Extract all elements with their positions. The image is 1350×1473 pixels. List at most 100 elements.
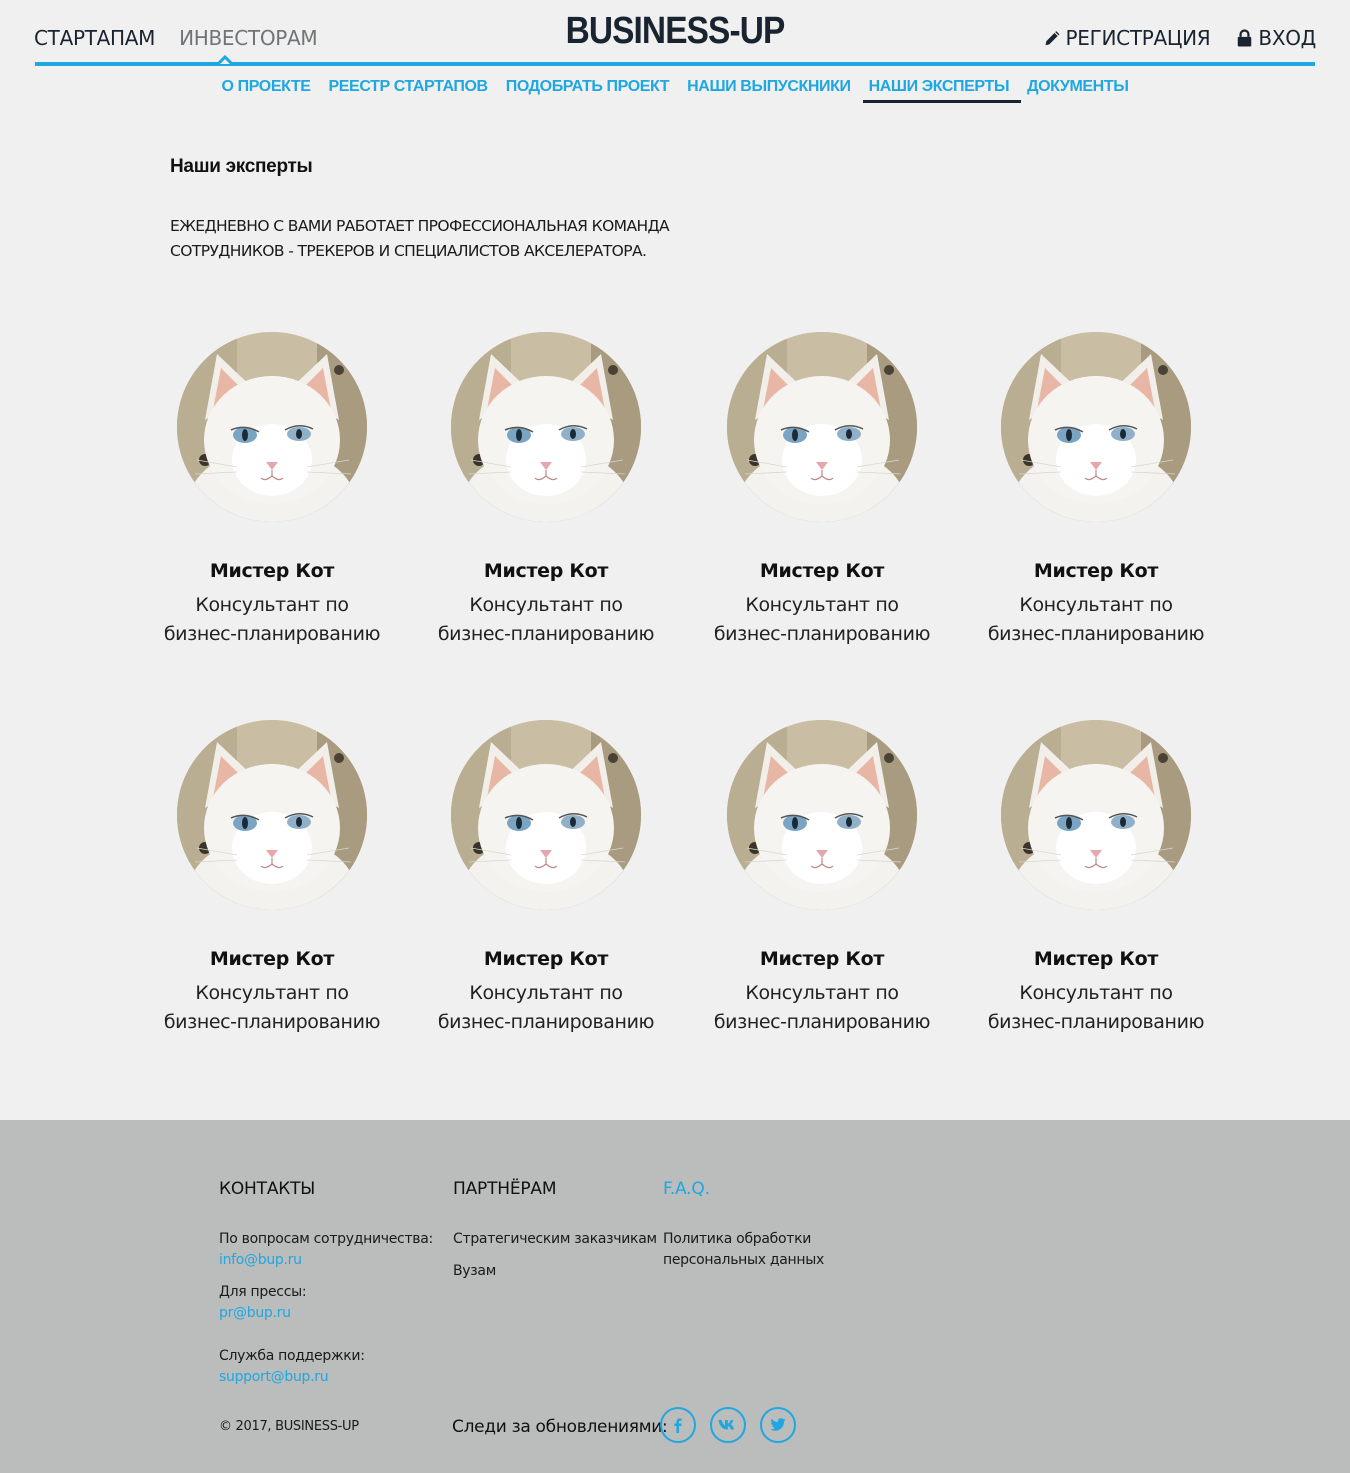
account-nav: РЕГИСТРАЦИЯ ВХОД [1044, 26, 1316, 50]
cat-photo-icon [1001, 332, 1191, 522]
expert-avatar[interactable] [177, 332, 367, 522]
support-email-link[interactable]: support@bup.ru [219, 1367, 433, 1388]
cat-photo-icon [727, 332, 917, 522]
expert-name: Мистер Кот [1033, 948, 1159, 970]
expert-role-line: бизнес-планированию [713, 1011, 931, 1033]
expert-role-line: бизнес-планированию [713, 623, 931, 645]
coop-label: По вопросам сотрудничества: [219, 1231, 433, 1247]
register-link[interactable]: РЕГИСТРАЦИЯ [1044, 26, 1211, 50]
facebook-icon[interactable] [660, 1407, 696, 1443]
expert-avatar[interactable] [451, 720, 641, 910]
nav-experts[interactable]: НАШИ ЭКСПЕРТЫ [860, 77, 1021, 103]
footer-contacts: КОНТАКТЫ По вопросам сотрудничества: inf… [219, 1179, 433, 1388]
expert-avatar[interactable] [177, 720, 367, 910]
expert-name: Мистер Кот [759, 560, 885, 582]
cat-photo-icon [177, 720, 367, 910]
expert-role-line: бизнес-планированию [163, 623, 381, 645]
faq-link[interactable]: F.A.Q. [663, 1179, 824, 1199]
nav-startup-registry[interactable]: РЕЕСТР СТАРТАПОВ [320, 77, 497, 103]
expert-role: Консультант по бизнес-планированию [409, 979, 683, 1037]
expert-card: Мистер Кот Консультант по бизнес-планиро… [409, 332, 683, 649]
expert-role: Консультант по бизнес-планированию [409, 591, 683, 649]
login-link[interactable]: ВХОД [1236, 26, 1316, 50]
expert-role-line: Консультант по [745, 982, 899, 1004]
intro-line: ЕЖЕДНЕВНО С ВАМИ РАБОТАЕТ ПРОФЕССИОНАЛЬН… [170, 217, 670, 235]
nav-documents[interactable]: ДОКУМЕНТЫ [1018, 77, 1137, 103]
expert-card: Мистер Кот Консультант по бизнес-планиро… [135, 332, 409, 649]
expert-role-line: бизнес-планированию [987, 623, 1205, 645]
expert-role: Консультант по бизнес-планированию [959, 591, 1233, 649]
expert-name: Мистер Кот [483, 948, 609, 970]
expert-card: Мистер Кот Консультант по бизнес-планиро… [959, 720, 1233, 1037]
expert-role-line: Консультант по [1019, 594, 1173, 616]
nav-find-project[interactable]: ПОДОБРАТЬ ПРОЕКТ [497, 77, 678, 103]
cat-photo-icon [1001, 720, 1191, 910]
partners-link-strategic[interactable]: Стратегическим заказчикам [453, 1229, 657, 1250]
expert-avatar[interactable] [727, 332, 917, 522]
contacts-title: КОНТАКТЫ [219, 1179, 316, 1199]
expert-role: Консультант по бизнес-планированию [135, 591, 409, 649]
expert-name: Мистер Кот [1033, 560, 1159, 582]
expert-avatar[interactable] [451, 332, 641, 522]
policy-line: персональных данных [663, 1252, 824, 1268]
intro-line: СОТРУДНИКОВ - ТРЕКЕРОВ И СПЕЦИАЛИСТОВ АК… [170, 242, 647, 260]
section-nav: О ПРОЕКТЕ РЕЕСТР СТАРТАПОВ ПОДОБРАТЬ ПРО… [0, 77, 1350, 103]
privacy-policy-link[interactable]: Политика обработки персональных данных [663, 1229, 824, 1271]
press-email-link[interactable]: pr@bup.ru [219, 1303, 433, 1324]
experts-grid: Мистер Кот Консультант по бизнес-планиро… [0, 332, 1350, 1052]
expert-role-line: бизнес-планированию [437, 623, 655, 645]
social-label: Следи за обновлениями: [452, 1417, 668, 1437]
expert-role-line: Консультант по [195, 982, 349, 1004]
copyright: © 2017, BUSINESS-UP [219, 1419, 359, 1434]
press-label: Для прессы: [219, 1284, 307, 1300]
expert-role: Консультант по бизнес-планированию [685, 591, 959, 649]
expert-role-line: Консультант по [745, 594, 899, 616]
site-footer: КОНТАКТЫ По вопросам сотрудничества: inf… [0, 1120, 1350, 1473]
lock-icon [1238, 29, 1252, 47]
expert-card: Мистер Кот Консультант по бизнес-планиро… [685, 720, 959, 1037]
login-label: ВХОД [1258, 26, 1316, 50]
policy-line: Политика обработки [663, 1231, 812, 1247]
expert-role: Консультант по бизнес-планированию [135, 979, 409, 1037]
expert-role-line: Консультант по [195, 594, 349, 616]
expert-name: Мистер Кот [759, 948, 885, 970]
pencil-icon [1045, 31, 1059, 46]
expert-role-line: Консультант по [469, 982, 623, 1004]
nav-about[interactable]: О ПРОЕКТЕ [213, 77, 320, 103]
twitter-icon[interactable] [760, 1407, 796, 1443]
expert-role-line: бизнес-планированию [987, 1011, 1205, 1033]
expert-name: Мистер Кот [483, 560, 609, 582]
partners-title: ПАРТНЁРАМ [453, 1179, 557, 1199]
intro-text: ЕЖЕДНЕВНО С ВАМИ РАБОТАЕТ ПРОФЕССИОНАЛЬН… [170, 214, 710, 264]
expert-role-line: Консультант по [469, 594, 623, 616]
social-links [660, 1407, 796, 1443]
expert-role: Консультант по бизнес-планированию [685, 979, 959, 1037]
expert-avatar[interactable] [727, 720, 917, 910]
support-label: Служба поддержки: [219, 1348, 365, 1364]
expert-avatar[interactable] [1001, 332, 1191, 522]
expert-avatar[interactable] [1001, 720, 1191, 910]
site-header: СТАРТАПАМ ИНВЕСТОРАМ BUSINESS-UP РЕГИСТР… [0, 0, 1350, 112]
expert-card: Мистер Кот Консультант по бизнес-планиро… [685, 332, 959, 649]
footer-partners: ПАРТНЁРАМ Стратегическим заказчикам Вуза… [453, 1179, 657, 1282]
expert-role-line: бизнес-планированию [163, 1011, 381, 1033]
vk-icon[interactable] [710, 1407, 746, 1443]
footer-faq: F.A.Q. Политика обработки персональных д… [663, 1179, 824, 1271]
active-tab-caret-icon [218, 55, 232, 66]
partners-link-universities[interactable]: Вузам [453, 1261, 657, 1282]
expert-role-line: Консультант по [1019, 982, 1173, 1004]
cat-photo-icon [451, 720, 641, 910]
page-title: Наши эксперты [170, 156, 313, 177]
expert-card: Мистер Кот Консультант по бизнес-планиро… [135, 720, 409, 1037]
nav-graduates[interactable]: НАШИ ВЫПУСКНИКИ [678, 77, 859, 103]
expert-role: Консультант по бизнес-планированию [959, 979, 1233, 1037]
expert-name: Мистер Кот [209, 560, 335, 582]
expert-role-line: бизнес-планированию [437, 1011, 655, 1033]
register-label: РЕГИСТРАЦИЯ [1065, 26, 1211, 50]
expert-name: Мистер Кот [209, 948, 335, 970]
cat-photo-icon [177, 332, 367, 522]
cat-photo-icon [727, 720, 917, 910]
coop-email-link[interactable]: info@bup.ru [219, 1250, 433, 1271]
expert-card: Мистер Кот Консультант по бизнес-планиро… [409, 720, 683, 1037]
cat-photo-icon [451, 332, 641, 522]
